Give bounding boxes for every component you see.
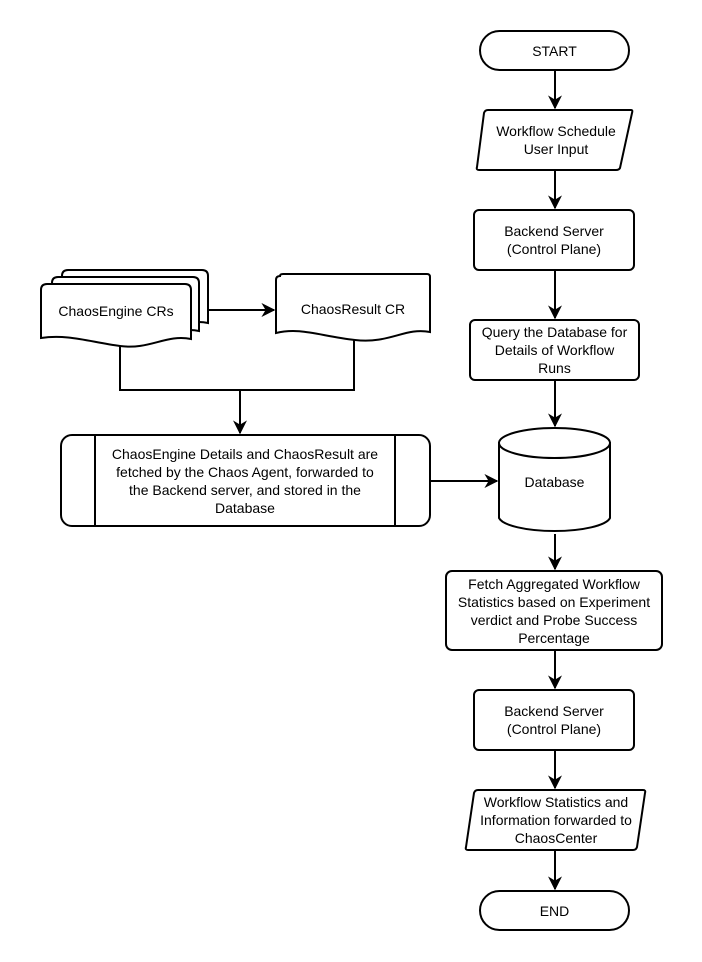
chaosengine-crs-label: ChaosEngine CRs [58, 303, 174, 319]
backend-server-2-label: Backend Server (Control Plane) [504, 703, 604, 737]
end-label: END [539, 902, 570, 919]
backend-server-1-label: Backend Server (Control Plane) [504, 223, 604, 257]
start-label: START [532, 42, 577, 59]
chaosresult-cr-label: ChaosResult CR [300, 301, 406, 317]
database-label: Database [524, 474, 585, 490]
agent-process-label: ChaosEngine Details and ChaosResult are … [111, 445, 379, 516]
forward-stats-label: Workflow Statistics and Information forw… [480, 794, 632, 846]
schedule-input-label: Workflow Schedule User Input [496, 123, 616, 157]
fetch-stats-label: Fetch Aggregated Workflow Statistics bas… [457, 575, 651, 646]
edge-engine-and-result-to-process [119, 340, 355, 391]
query-database-label: Query the Database for Details of Workfl… [481, 324, 628, 376]
